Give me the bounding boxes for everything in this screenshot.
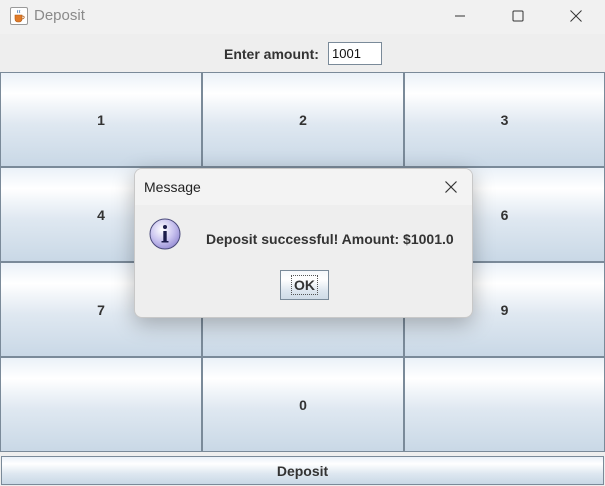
info-icon <box>149 218 181 250</box>
window-titlebar: Deposit <box>0 0 605 34</box>
ok-button[interactable]: OK <box>280 270 329 300</box>
maximize-button[interactable] <box>490 0 546 32</box>
close-icon <box>570 10 582 22</box>
key-blank-right[interactable] <box>404 357 605 452</box>
dialog-close-button[interactable] <box>441 177 461 197</box>
key-1[interactable]: 1 <box>0 72 202 167</box>
amount-label: Enter amount: <box>224 46 319 62</box>
key-0[interactable]: 0 <box>202 357 404 452</box>
window-title: Deposit <box>34 7 85 24</box>
java-cup-icon <box>10 7 28 25</box>
close-icon <box>445 181 457 193</box>
close-button[interactable] <box>548 0 604 32</box>
dialog-title: Message <box>144 179 201 195</box>
dialog-message: Deposit successful! Amount: $1001.0 <box>206 231 454 247</box>
key-3[interactable]: 3 <box>404 72 605 167</box>
dialog-titlebar: Message <box>135 169 472 205</box>
key-blank-left[interactable] <box>0 357 202 452</box>
ok-button-label: OK <box>291 275 318 295</box>
key-2[interactable]: 2 <box>202 72 404 167</box>
amount-row: Enter amount: 1001 <box>0 34 605 72</box>
minimize-button[interactable] <box>432 0 488 32</box>
minimize-icon <box>455 15 465 17</box>
message-dialog: Message Deposit successful! Amount: $100… <box>134 168 473 318</box>
amount-input[interactable]: 1001 <box>328 42 382 65</box>
deposit-button[interactable]: Deposit <box>1 456 604 485</box>
maximize-icon <box>512 10 524 22</box>
